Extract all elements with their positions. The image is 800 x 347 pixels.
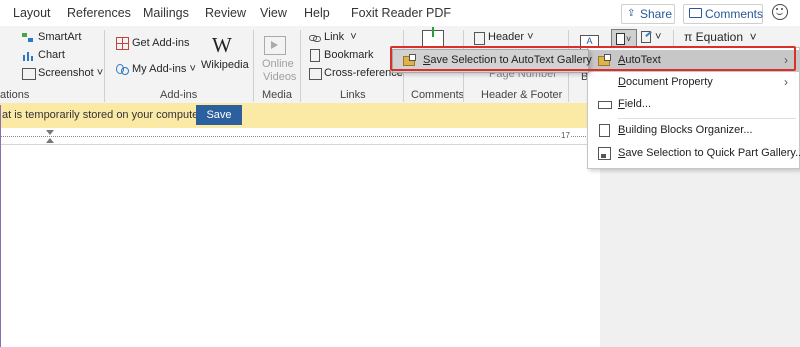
add-ins-group-label: Add-ins	[160, 89, 198, 101]
link-icon	[309, 33, 321, 42]
equation-label: Equation	[695, 30, 743, 44]
comments-button[interactable]: Comments	[683, 4, 763, 24]
save-gallery-icon	[598, 147, 612, 160]
comment-icon	[689, 8, 702, 18]
wikipedia-icon: W	[212, 33, 232, 57]
highlight-annotation	[390, 46, 796, 71]
wikipedia-button[interactable]: Wikipedia	[201, 59, 249, 71]
get-add-ins-button[interactable]: Get Add-ins	[132, 37, 189, 49]
tab-mailings[interactable]: Mailings	[143, 6, 189, 20]
save-button[interactable]: Save	[196, 105, 242, 125]
my-add-ins-label: My Add-ins	[132, 63, 187, 75]
screenshot-button[interactable]: Screenshot ˅	[38, 67, 103, 79]
pi-icon: π	[684, 30, 693, 44]
chart-icon	[22, 50, 34, 61]
organizer-icon	[598, 124, 612, 137]
comments-group-label: Comments	[411, 89, 465, 101]
header-label: Header	[488, 31, 525, 43]
screenshot-icon	[22, 68, 36, 80]
my-add-ins-icon	[116, 63, 129, 75]
horizontal-ruler[interactable]: 17	[0, 128, 600, 145]
link-button[interactable]: Link ˅	[324, 31, 357, 43]
header-button[interactable]: Header ˅	[488, 31, 534, 43]
menu-item-field[interactable]: Field...	[588, 94, 799, 116]
bookmark-button[interactable]: Bookmark	[324, 49, 374, 61]
window-edge	[0, 105, 1, 347]
bookmark-icon	[310, 49, 320, 62]
header-footer-group-label: Header & Footer	[481, 89, 563, 101]
tab-help[interactable]: Help	[304, 6, 330, 20]
online-videos-icon	[264, 36, 286, 55]
quick-parts-icon	[616, 33, 625, 45]
store-icon	[116, 37, 129, 50]
screenshot-label: Screenshot	[38, 67, 94, 79]
header-icon	[474, 32, 485, 45]
my-add-ins-button[interactable]: My Add-ins ˅	[132, 63, 196, 75]
first-line-indent-marker[interactable]	[46, 130, 54, 135]
document-page[interactable]	[0, 145, 600, 347]
tab-view[interactable]: View	[260, 6, 287, 20]
menu-item-save-to-quick-part-gallery[interactable]: Save Selection to Quick Part Gallery...	[588, 143, 800, 165]
menu-item-document-property[interactable]: Document Property ›	[588, 72, 799, 94]
illustrations-group-label: ations	[0, 89, 30, 101]
cross-reference-icon	[309, 68, 322, 80]
tab-layout[interactable]: Layout	[13, 6, 51, 20]
online-videos-button-line2: Videos	[263, 71, 297, 83]
link-label: Link	[324, 31, 345, 43]
comments-label: Comments	[705, 7, 764, 21]
menu-separator	[618, 118, 796, 119]
links-group-label: Links	[340, 89, 366, 101]
smartart-button[interactable]: SmartArt	[38, 31, 81, 43]
share-icon: ⇪	[627, 8, 636, 19]
equation-button[interactable]: π Equation ˅	[684, 30, 757, 44]
tab-references[interactable]: References	[67, 6, 131, 20]
share-button[interactable]: ⇪ Share	[621, 4, 675, 24]
chevron-right-icon: ›	[784, 75, 788, 89]
tab-foxit-reader-pdf[interactable]: Foxit Reader PDF	[351, 6, 451, 20]
hanging-indent-marker[interactable]	[46, 138, 54, 143]
menu-item-building-blocks-organizer[interactable]: Building Blocks Organizer...	[588, 120, 799, 142]
feedback-smiley-icon[interactable]	[772, 4, 788, 20]
smartart-icon	[22, 33, 34, 43]
online-videos-button[interactable]: Online	[262, 58, 294, 70]
ruler-mark: 17	[560, 131, 571, 140]
field-icon	[598, 98, 612, 111]
signature-line-icon[interactable]	[641, 30, 652, 43]
tab-review[interactable]: Review	[205, 6, 246, 20]
share-label: Share	[640, 7, 673, 21]
message-bar-text: at is temporarily stored on your compute…	[2, 109, 205, 121]
chart-button[interactable]: Chart	[38, 49, 65, 61]
media-group-label: Media	[262, 89, 292, 101]
